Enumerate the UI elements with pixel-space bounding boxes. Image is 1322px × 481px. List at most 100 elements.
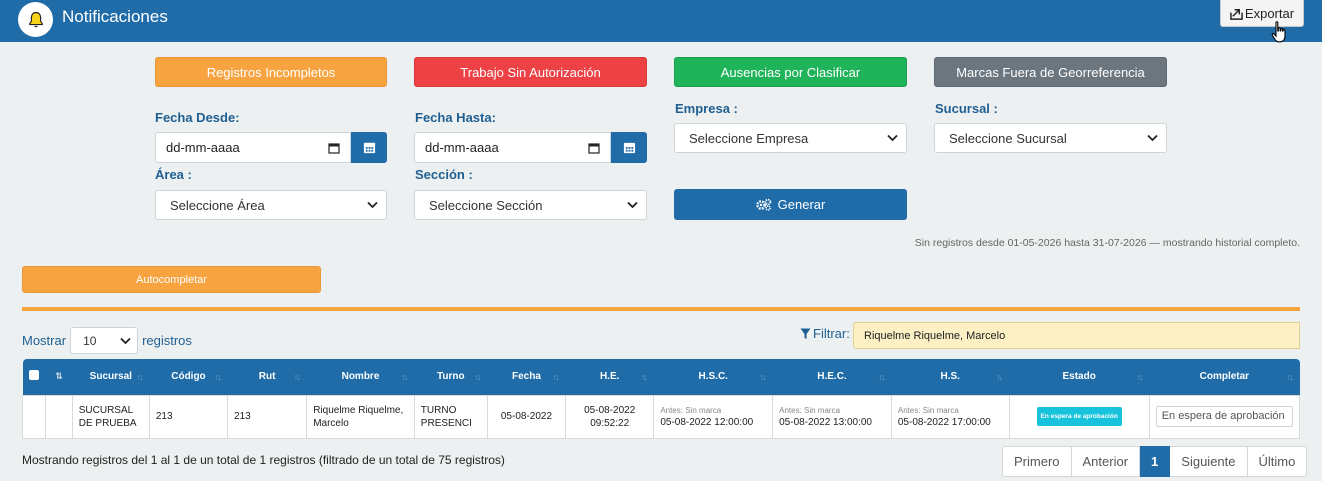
table-header-row: ⇅ Sucursal ↑↓ Código ↑↓ Rut ↑↓ Nombre ↑↓ Tur… xyxy=(22,359,1300,395)
col-hs-label: H.S. xyxy=(940,371,960,383)
sort-icon: ↑↓ xyxy=(552,372,560,382)
section-divider xyxy=(22,307,1300,311)
cell-hs: Antes: Sin marca 05-08-2022 17:00:00 xyxy=(890,394,1010,439)
cell-hec: Antes: Sin marca 05-08-2022 13:00:00 xyxy=(772,394,892,439)
seccion-select[interactable]: Seleccione Sección xyxy=(414,190,647,220)
col-estado[interactable]: Estado ↑↓ xyxy=(1009,359,1150,395)
col-turno[interactable]: Turno ↑↓ xyxy=(414,359,488,395)
sucursal-select[interactable]: Seleccione Sucursal xyxy=(934,123,1167,153)
sort-icon: ↑↓ xyxy=(401,372,408,382)
ausencias-por-clasificar-button[interactable]: Ausencias por Clasificar xyxy=(674,57,907,87)
export-label: Exportar xyxy=(1244,5,1295,21)
gears-icon xyxy=(755,198,771,211)
col-codigo[interactable]: Código ↑↓ xyxy=(149,359,228,395)
area-value: Seleccione Área xyxy=(170,197,265,213)
page-current-button[interactable]: 1 xyxy=(1140,446,1171,477)
cell-completar: En espera de aprobación xyxy=(1148,394,1301,439)
pagination: Primero Anterior 1 Siguiente Último xyxy=(1002,446,1308,477)
cell-turno: TURNO PRESENCI xyxy=(413,394,488,439)
col-sucursal[interactable]: Sucursal ↑↓ xyxy=(72,359,150,395)
completar-input[interactable]: En espera de aprobación xyxy=(1155,406,1293,427)
filter-label-group: Filtrar: xyxy=(800,326,850,341)
calendar-icon xyxy=(623,142,635,154)
table-row: SUCURSAL DE PRUEBA 213 213 Riquelme Riqu… xyxy=(21,394,1301,439)
generar-button[interactable]: Generar xyxy=(674,189,907,220)
cell-sucursal: SUCURSAL DE PRUEBA xyxy=(71,394,150,439)
registros-label: registros xyxy=(142,333,192,348)
select-all-header[interactable] xyxy=(22,359,46,395)
seccion-label: Sección : xyxy=(415,167,473,182)
sort-header[interactable]: ⇅ xyxy=(45,359,73,395)
chevron-down-icon xyxy=(120,337,131,344)
col-nombre[interactable]: Nombre ↑↓ xyxy=(306,359,415,395)
cell-nombre: Riquelme Riquelme, Marcelo xyxy=(306,394,415,439)
sucursal-label: Sucursal : xyxy=(935,101,998,116)
col-turno-label: Turno xyxy=(437,371,465,383)
sort-icon: ↑↓ xyxy=(1286,372,1294,382)
col-nombre-label: Nombre xyxy=(341,371,380,383)
seccion-value: Seleccione Sección xyxy=(429,197,543,213)
table-info: Mostrando registros del 1 al 1 de un tot… xyxy=(22,453,505,467)
row-empty-cell xyxy=(45,394,73,439)
select-all-checkbox[interactable] xyxy=(29,370,40,381)
col-rut[interactable]: Rut ↑↓ xyxy=(227,359,307,395)
empresa-value: Seleccione Empresa xyxy=(689,130,809,146)
trabajo-sin-autorizacion-button[interactable]: Trabajo Sin Autorización xyxy=(414,57,647,87)
cell-rut: 213 xyxy=(227,394,308,439)
col-estado-label: Estado xyxy=(1062,371,1096,383)
col-hec[interactable]: H.E.C. ↑↓ xyxy=(772,359,892,395)
fecha-hasta-label: Fecha Hasta: xyxy=(415,110,496,125)
calendar-small-icon xyxy=(588,142,600,154)
export-button[interactable]: Exportar xyxy=(1220,0,1304,27)
status-badge: En espera de aprobación xyxy=(1036,407,1122,426)
marcas-fuera-georreferencia-button[interactable]: Marcas Fuera de Georreferencia xyxy=(934,57,1167,87)
page-length-control: Mostrar 10 registros xyxy=(22,327,192,354)
hand-cursor-icon xyxy=(1271,21,1286,43)
col-codigo-label: Código xyxy=(171,371,206,383)
hec-value: 05-08-2022 13:00:00 xyxy=(779,416,872,428)
col-completar[interactable]: Completar ↑↓ xyxy=(1149,359,1300,395)
page-title: Notificaciones xyxy=(62,7,168,26)
sort-icon: ↑↓ xyxy=(474,372,481,382)
page-length-select[interactable]: 10 xyxy=(70,327,139,354)
fecha-hasta-input[interactable]: dd-mm-aaaa xyxy=(414,132,611,163)
sucursal-value: Seleccione Sucursal xyxy=(949,130,1067,146)
col-he[interactable]: H.E. ↑↓ xyxy=(565,359,654,395)
sort-icon: ↑↓ xyxy=(1136,372,1143,382)
col-he-label: H.E. xyxy=(599,371,620,383)
col-hs[interactable]: H.S. ↑↓ xyxy=(891,359,1010,395)
col-hsc-label: H.S.C. xyxy=(698,371,728,383)
sort-icon: ↑↓ xyxy=(214,372,222,382)
row-select-cell[interactable] xyxy=(21,394,47,439)
registros-incompletos-button[interactable]: Registros Incompletos xyxy=(155,57,387,87)
page-last-button[interactable]: Último xyxy=(1247,446,1308,477)
fecha-desde-value: dd-mm-aaaa xyxy=(166,140,240,155)
page-prev-button[interactable]: Anterior xyxy=(1071,446,1141,477)
page-next-button[interactable]: Siguiente xyxy=(1170,446,1248,477)
autocompletar-button[interactable]: Autocompletar xyxy=(22,266,321,293)
col-fecha[interactable]: Fecha ↑↓ xyxy=(487,359,566,395)
chevron-down-icon xyxy=(887,134,898,142)
cell-codigo: 213 xyxy=(148,394,229,439)
fecha-hasta-calendar-button[interactable] xyxy=(611,132,647,163)
generar-label: Generar xyxy=(777,197,826,212)
calendar-icon xyxy=(363,142,375,154)
fecha-desde-input[interactable]: dd-mm-aaaa xyxy=(155,132,351,163)
chevron-down-icon xyxy=(367,201,378,209)
filter-value: Riquelme Riquelme, Marcelo xyxy=(864,329,1006,342)
hec-note: Antes: Sin marca xyxy=(779,405,841,415)
fecha-hasta-value: dd-mm-aaaa xyxy=(425,140,499,155)
page-first-button[interactable]: Primero xyxy=(1002,446,1072,477)
empresa-label: Empresa : xyxy=(675,101,738,116)
col-hsc[interactable]: H.S.C. ↑↓ xyxy=(653,359,773,395)
col-hec-label: H.E.C. xyxy=(817,371,847,383)
fecha-desde-calendar-button[interactable] xyxy=(351,132,387,163)
empresa-select[interactable]: Seleccione Empresa xyxy=(674,123,907,153)
cell-hsc: Antes: Sin marca 05-08-2022 12:00:00 xyxy=(653,394,774,439)
area-select[interactable]: Seleccione Área xyxy=(155,190,387,220)
sort-icon: ↑↓ xyxy=(759,372,767,382)
sort-icon: ↑↓ xyxy=(136,372,143,382)
hsc-note: Antes: Sin marca xyxy=(660,405,722,415)
sort-icon: ↑↓ xyxy=(878,372,885,382)
filter-input[interactable]: Riquelme Riquelme, Marcelo xyxy=(853,322,1300,349)
